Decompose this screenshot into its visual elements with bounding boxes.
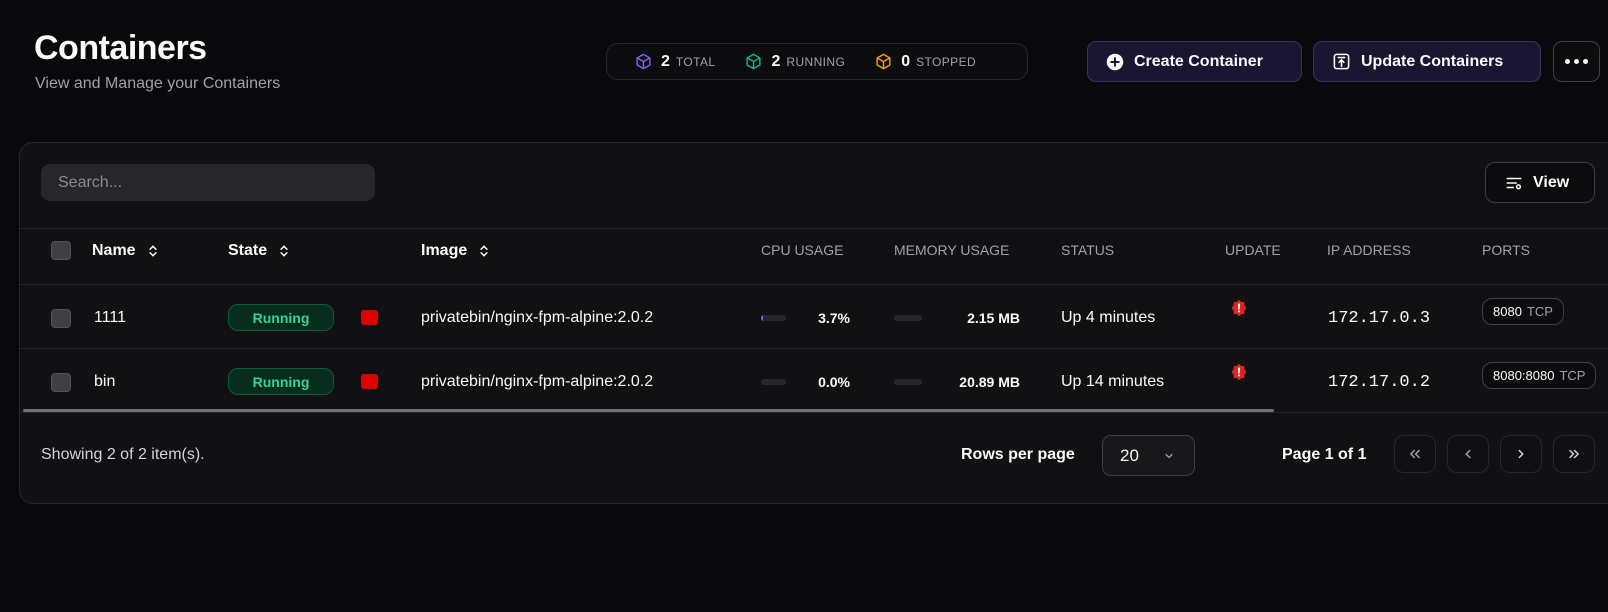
stop-button[interactable] bbox=[361, 310, 378, 325]
stat-total-label: TOTAL bbox=[675, 54, 716, 69]
update-containers-button[interactable]: Update Containers bbox=[1313, 41, 1541, 82]
first-page-button[interactable] bbox=[1394, 435, 1436, 473]
container-image: privatebin/nginx-fpm-alpine:2.0.2 bbox=[421, 373, 654, 390]
chevron-right-icon bbox=[1518, 449, 1524, 459]
previous-page-button[interactable] bbox=[1447, 435, 1489, 473]
column-header-update: UPDATE bbox=[1225, 242, 1281, 258]
state-badge: Running bbox=[228, 368, 334, 395]
memory-usage-value: 20.89 MB bbox=[959, 374, 1020, 390]
row-checkbox[interactable] bbox=[51, 373, 71, 392]
update-containers-label: Update Containers bbox=[1361, 52, 1504, 70]
ip-address: 172.17.0.3 bbox=[1328, 309, 1431, 328]
port-protocol: TCP bbox=[1526, 304, 1553, 319]
ellipsis-icon bbox=[1565, 59, 1570, 64]
memory-meter bbox=[894, 315, 922, 321]
alert-icon[interactable] bbox=[1230, 363, 1248, 381]
port-badge[interactable]: 8080 TCP bbox=[1482, 298, 1564, 325]
box-icon bbox=[746, 53, 762, 70]
containers-table-card: View Name State Image CPU USAGE MEMORY U… bbox=[19, 142, 1608, 504]
create-container-button[interactable]: Create Container bbox=[1087, 41, 1302, 82]
status-text: Up 14 minutes bbox=[1061, 373, 1165, 390]
stat-running-label: RUNNING bbox=[786, 54, 846, 69]
port-badge[interactable]: 8080:8080 TCP bbox=[1482, 362, 1597, 389]
chevron-left-icon bbox=[1465, 449, 1471, 459]
showing-count: Showing 2 of 2 item(s). bbox=[41, 446, 205, 463]
cpu-meter bbox=[761, 379, 786, 385]
column-header-image[interactable]: Image bbox=[421, 240, 491, 262]
ip-address: 172.17.0.2 bbox=[1328, 373, 1431, 392]
column-header-name[interactable]: Name bbox=[92, 240, 160, 262]
last-page-button[interactable] bbox=[1553, 435, 1595, 473]
select-all-checkbox[interactable] bbox=[51, 241, 71, 260]
divider bbox=[20, 348, 1608, 349]
memory-meter bbox=[894, 379, 922, 385]
stat-running: 2 RUNNING bbox=[745, 53, 845, 71]
page-subtitle: View and Manage your Containers bbox=[35, 75, 281, 92]
cpu-meter bbox=[761, 315, 786, 321]
rows-per-page-label: Rows per page bbox=[961, 446, 1075, 463]
port-number: 8080:8080 bbox=[1493, 368, 1555, 383]
sort-icon bbox=[148, 245, 157, 257]
view-options-button[interactable]: View bbox=[1485, 162, 1595, 203]
stat-total: 2 TOTAL bbox=[635, 53, 715, 71]
stat-stopped-label: STOPPED bbox=[916, 54, 977, 69]
divider bbox=[20, 412, 1608, 413]
container-image: privatebin/nginx-fpm-alpine:2.0.2 bbox=[421, 309, 654, 326]
search-input[interactable] bbox=[41, 164, 375, 201]
plus-circle-icon bbox=[1106, 53, 1124, 70]
next-page-button[interactable] bbox=[1500, 435, 1542, 473]
rows-per-page-select[interactable]: 20 bbox=[1102, 435, 1195, 476]
port-number: 8080 bbox=[1493, 304, 1522, 319]
row-checkbox[interactable] bbox=[51, 309, 71, 328]
divider bbox=[20, 228, 1608, 229]
container-name[interactable]: bin bbox=[94, 373, 115, 391]
divider bbox=[20, 284, 1608, 285]
chevrons-right-icon bbox=[1569, 449, 1580, 459]
sliders-icon bbox=[1506, 177, 1522, 189]
column-header-cpu: CPU USAGE bbox=[761, 242, 844, 258]
box-icon bbox=[876, 53, 891, 70]
stat-stopped: 0 STOPPED bbox=[875, 53, 976, 71]
container-name[interactable]: 1111 bbox=[94, 309, 126, 327]
create-container-label: Create Container bbox=[1134, 52, 1263, 70]
cpu-usage-value: 0.0% bbox=[818, 374, 850, 390]
sort-icon bbox=[280, 245, 288, 257]
status-text: Up 4 minutes bbox=[1061, 309, 1156, 326]
alert-icon[interactable] bbox=[1230, 299, 1248, 317]
stat-stopped-value: 0 bbox=[901, 52, 911, 70]
state-badge: Running bbox=[228, 304, 334, 331]
stat-total-value: 2 bbox=[661, 52, 670, 70]
column-header-ip: IP ADDRESS bbox=[1327, 242, 1411, 258]
view-label: View bbox=[1533, 173, 1570, 191]
box-icon bbox=[636, 53, 651, 70]
container-stats: 2 TOTAL 2 RUNNING 0 STOPPED bbox=[606, 43, 1028, 80]
stat-running-value: 2 bbox=[771, 52, 781, 70]
more-options-button[interactable] bbox=[1553, 41, 1600, 82]
rows-per-page-value: 20 bbox=[1120, 445, 1139, 465]
chevron-down-icon bbox=[1165, 453, 1173, 458]
page-title: Containers bbox=[34, 29, 207, 67]
chevrons-left-icon bbox=[1409, 449, 1420, 459]
stop-button[interactable] bbox=[361, 374, 378, 389]
column-header-state[interactable]: State bbox=[228, 240, 291, 262]
sort-icon bbox=[480, 245, 488, 257]
upload-icon bbox=[1333, 53, 1350, 70]
port-protocol: TCP bbox=[1559, 368, 1586, 383]
memory-usage-value: 2.15 MB bbox=[967, 310, 1020, 326]
page-info: Page 1 of 1 bbox=[1282, 446, 1367, 463]
column-header-memory: MEMORY USAGE bbox=[894, 242, 1010, 258]
column-header-status: STATUS bbox=[1061, 242, 1115, 258]
cpu-usage-value: 3.7% bbox=[818, 310, 850, 326]
column-header-ports: PORTS bbox=[1482, 242, 1530, 258]
